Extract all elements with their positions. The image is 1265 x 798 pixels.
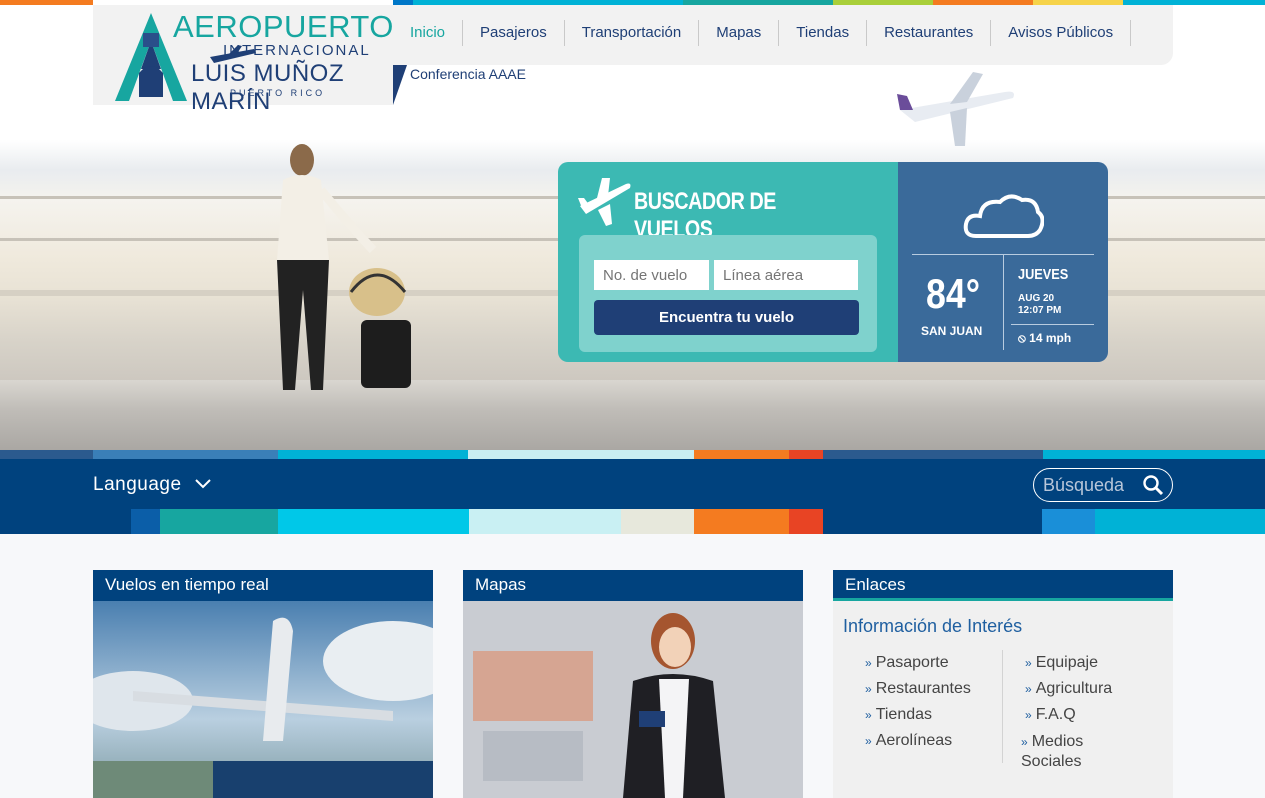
weather-wind-value: 14 mph: [1029, 331, 1072, 345]
link-item[interactable]: » Equipaje: [1025, 654, 1145, 680]
link-item[interactable]: » Restaurantes: [865, 680, 971, 706]
chevron-right-icon: »: [1025, 656, 1032, 670]
links-divider: [1002, 650, 1003, 763]
logo-line-1: AEROPUERTO: [173, 9, 394, 44]
chevron-right-icon: »: [1025, 682, 1032, 696]
weather-date-value: AUG 20: [1018, 293, 1055, 304]
nav-item-restaurantes[interactable]: Restaurantes: [867, 20, 992, 46]
weather-time-value: 12:07 PM: [1018, 305, 1062, 316]
flight-search-panel: BUSCADOR DE VUELOS Encuentra tu vuelo: [558, 162, 898, 362]
logo-line-4: PUERTO RICO: [230, 88, 326, 98]
site-search[interactable]: Búsqueda: [1033, 468, 1173, 502]
maps-title: Mapas: [463, 570, 803, 601]
weather-city: SAN JUAN: [921, 324, 983, 338]
link-label[interactable]: Tiendas: [876, 706, 932, 723]
hero-floor: [0, 380, 1265, 452]
maps-panel[interactable]: Mapas: [463, 570, 803, 798]
link-item[interactable]: » Medios Sociales: [1021, 732, 1145, 772]
weather-date: AUG 20 12:07 PM: [1018, 293, 1061, 317]
airplane-image: [897, 72, 1014, 146]
nav-item-transportacion[interactable]: Transportación: [565, 20, 700, 46]
weather-day: JUEVES: [1018, 266, 1069, 283]
realtime-flights-title: Vuelos en tiempo real: [93, 570, 433, 601]
chevron-right-icon: »: [865, 708, 872, 722]
nav-sub-item-conferencia[interactable]: Conferencia AAAE: [410, 66, 526, 82]
link-label[interactable]: Agricultura: [1036, 680, 1112, 697]
site-search-input[interactable]: Búsqueda: [1043, 475, 1124, 496]
link-label[interactable]: Aerolíneas: [876, 732, 953, 749]
language-selector[interactable]: Language: [93, 474, 182, 496]
link-label[interactable]: F.A.Q: [1036, 706, 1076, 723]
main-nav: Inicio Pasajeros Transportación Mapas Ti…: [393, 5, 1173, 65]
flight-number-input[interactable]: [594, 260, 709, 290]
link-label[interactable]: Pasaporte: [876, 654, 949, 671]
cloud-icon: [963, 194, 1044, 238]
nav-sub-flag: [393, 65, 407, 105]
links-title: Enlaces: [833, 570, 1173, 601]
band-stripe-bottom: [0, 509, 1265, 534]
links-panel: Enlaces Información de Interés » Pasaport…: [833, 570, 1173, 798]
chevron-right-icon: »: [865, 682, 872, 696]
links-list-right: » Equipaje » Agricultura » F.A.Q » Medios So…: [1021, 654, 1145, 772]
link-item[interactable]: » Aerolíneas: [865, 732, 971, 758]
nav-item-pasajeros[interactable]: Pasajeros: [463, 20, 565, 46]
traveller-image: [277, 144, 411, 390]
link-item[interactable]: » Tiendas: [865, 706, 971, 732]
link-label[interactable]: Equipaje: [1036, 654, 1098, 671]
plane-icon: [578, 178, 631, 226]
links-subtitle: Información de Interés: [843, 616, 1023, 636]
nav-item-inicio[interactable]: Inicio: [393, 20, 464, 46]
search-icon[interactable]: [1142, 474, 1164, 496]
chevron-right-icon: »: [1025, 708, 1032, 722]
chevron-down-icon[interactable]: [194, 478, 212, 490]
flight-weather-widget: BUSCADOR DE VUELOS Encuentra tu vuelo 84…: [558, 162, 1108, 362]
chevron-right-icon: »: [865, 656, 872, 670]
link-item[interactable]: » F.A.Q: [1025, 706, 1145, 732]
link-item[interactable]: » Agricultura: [1025, 680, 1145, 706]
link-item[interactable]: » Pasaporte: [865, 654, 971, 680]
wind-icon: ⦸: [1018, 331, 1026, 345]
realtime-flights-panel[interactable]: Vuelos en tiempo real: [93, 570, 433, 798]
weather-panel: 84° SAN JUAN JUEVES AUG 20 12:07 PM ⦸ 14…: [898, 162, 1108, 362]
logo-line-2: INTERNACIONAL: [223, 42, 371, 59]
nav-item-avisos[interactable]: Avisos Públicos: [991, 20, 1132, 46]
link-label[interactable]: Restaurantes: [876, 680, 971, 697]
link-label[interactable]: Medios Sociales: [1021, 733, 1083, 770]
weather-divider: [1011, 324, 1094, 325]
chevron-right-icon: »: [865, 734, 872, 748]
find-flight-button[interactable]: Encuentra tu vuelo: [594, 300, 859, 335]
nav-item-tiendas[interactable]: Tiendas: [779, 20, 868, 46]
nav-item-mapas[interactable]: Mapas: [699, 20, 780, 46]
links-list-left: » Pasaporte » Restaurantes » Tiendas » Aerol…: [865, 654, 971, 758]
traveller-woman-image: [463, 601, 803, 798]
weather-divider: [1003, 254, 1004, 350]
flight-search-form: Encuentra tu vuelo: [579, 235, 877, 352]
airplane-takeoff-image: [93, 601, 433, 798]
weather-temperature: 84°: [926, 270, 980, 317]
band-stripe-top: [0, 450, 1265, 459]
chevron-right-icon: »: [1021, 735, 1028, 749]
weather-wind: ⦸ 14 mph: [1018, 331, 1071, 346]
airport-logo[interactable]: AEROPUERTO INTERNACIONAL LUIS MUÑOZ MARÍ…: [93, 5, 394, 115]
airline-input[interactable]: [714, 260, 858, 290]
